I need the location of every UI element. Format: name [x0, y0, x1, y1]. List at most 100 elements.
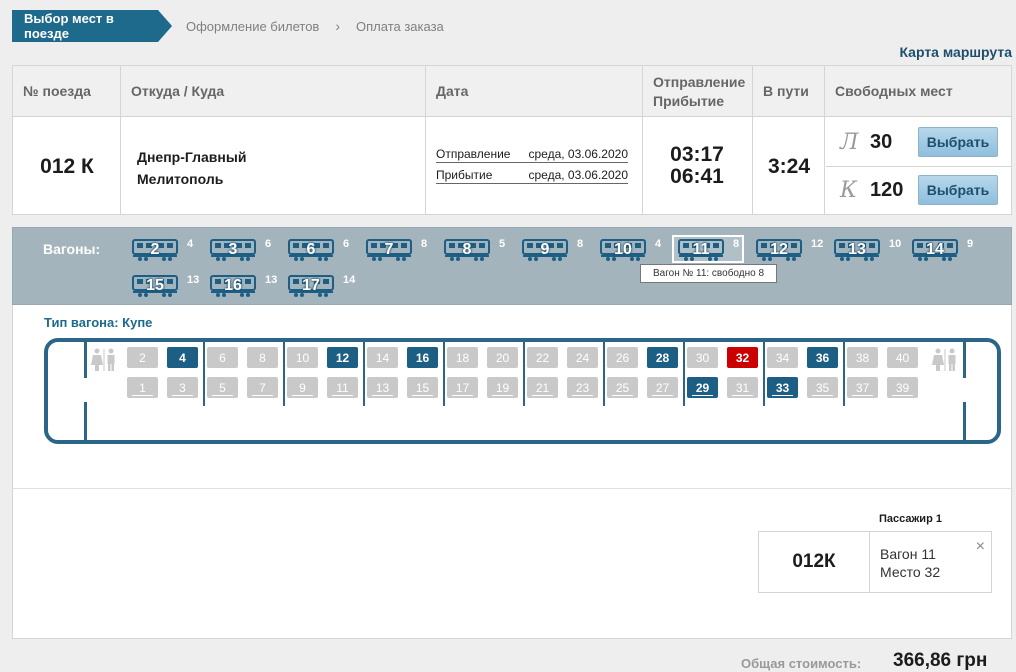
seat-40[interactable]: 40: [887, 347, 918, 368]
seat-17[interactable]: 17: [447, 377, 478, 398]
wagon-17[interactable]: 17 14: [288, 274, 356, 298]
arrival-label: Прибытие: [436, 168, 493, 182]
seat-22[interactable]: 22: [527, 347, 558, 368]
seat-37[interactable]: 37: [847, 377, 878, 398]
wagons-label: Вагоны:: [43, 241, 101, 257]
seat-18[interactable]: 18: [447, 347, 478, 368]
seat-9[interactable]: 9: [287, 377, 318, 398]
compartment-divider: [683, 338, 685, 406]
wagon-3[interactable]: 36: [210, 238, 278, 262]
wagon-number: 10: [614, 241, 632, 258]
wagon-13[interactable]: 13 10: [834, 238, 902, 262]
seat-31[interactable]: 31: [727, 377, 758, 398]
seat-10[interactable]: 10: [287, 347, 318, 368]
wagon-free-count: 8: [421, 238, 428, 250]
seat-2[interactable]: 2: [127, 347, 158, 368]
wagon-tooltip: Вагон № 11: свободно 8: [640, 264, 777, 283]
wagon-number: 14: [926, 241, 944, 258]
seat-29[interactable]: 29: [687, 377, 718, 398]
wagon-12[interactable]: 12 12: [756, 238, 824, 262]
departure-time: 03:17: [670, 143, 724, 166]
seat-8[interactable]: 8: [247, 347, 278, 368]
seat-38[interactable]: 38: [847, 347, 878, 368]
select-class-k-button[interactable]: Выбрать: [918, 175, 998, 205]
compartment-divider: [763, 338, 765, 406]
ticket-train: 012К: [759, 532, 870, 592]
seat-27[interactable]: 27: [647, 377, 678, 398]
seat-25[interactable]: 25: [607, 377, 638, 398]
seat-36[interactable]: 36: [807, 347, 838, 368]
seat-28[interactable]: 28: [647, 347, 678, 368]
wagon-6[interactable]: 66: [288, 238, 356, 262]
compartment-divider: [523, 338, 525, 406]
route-to: Мелитополь: [137, 171, 224, 187]
seat-16[interactable]: 16: [407, 347, 438, 368]
step-payment[interactable]: Оплата заказа: [356, 19, 444, 34]
wagon-number: 7: [384, 241, 394, 258]
seat-35[interactable]: 35: [807, 377, 838, 398]
seat-33[interactable]: 33: [767, 377, 798, 398]
wagon-14[interactable]: 14 9: [912, 238, 980, 262]
toilet-icon: [90, 348, 118, 372]
wagon-number: 3: [228, 241, 238, 258]
header-duration: В пути: [763, 83, 809, 99]
seat-30[interactable]: 30: [687, 347, 718, 368]
train-number: 012 К: [40, 154, 94, 178]
seat-11[interactable]: 11: [327, 377, 358, 398]
wagon-free-count: 13: [265, 274, 278, 286]
seat-23[interactable]: 23: [567, 377, 598, 398]
seat-20[interactable]: 20: [487, 347, 518, 368]
route-map-link[interactable]: Карта маршрута: [899, 44, 1012, 60]
seat-26[interactable]: 26: [607, 347, 638, 368]
wagon-15[interactable]: 15 13: [132, 274, 200, 298]
seat-34[interactable]: 34: [767, 347, 798, 368]
wagon-8[interactable]: 85: [444, 238, 512, 262]
wagon-10[interactable]: 10 4: [600, 238, 668, 262]
wagon-7[interactable]: 78: [366, 238, 434, 262]
seat-5[interactable]: 5: [207, 377, 238, 398]
seat-7[interactable]: 7: [247, 377, 278, 398]
seat-6[interactable]: 6: [207, 347, 238, 368]
wagon-9[interactable]: 98: [522, 238, 590, 262]
route-from: Днепр-Главный: [137, 149, 247, 165]
seat-39[interactable]: 39: [887, 377, 918, 398]
seat-24[interactable]: 24: [567, 347, 598, 368]
select-class-l-button[interactable]: Выбрать: [918, 127, 998, 157]
seat-19[interactable]: 19: [487, 377, 518, 398]
wagon-number: 9: [540, 241, 550, 258]
seat-21[interactable]: 21: [527, 377, 558, 398]
seat-13[interactable]: 13: [367, 377, 398, 398]
seat-4[interactable]: 4: [167, 347, 198, 368]
seat-class-k: К 120 Выбрать: [826, 166, 1012, 214]
departure-date: среда, 03.06.2020: [528, 147, 629, 161]
seat-12[interactable]: 12: [327, 347, 358, 368]
wagon-free-count: 5: [499, 238, 506, 250]
wagon-11[interactable]: 11 8: [678, 238, 746, 262]
seat-3[interactable]: 3: [167, 377, 198, 398]
wagon-free-count: 8: [577, 238, 584, 250]
header-train: № поезда: [23, 83, 91, 99]
wagon-number: 12: [770, 241, 788, 258]
header-arrival: Прибытие: [653, 92, 725, 109]
wagon-2[interactable]: 24: [132, 238, 200, 262]
step-seat-selection[interactable]: Выбор мест в поезде: [12, 10, 172, 42]
wagon-16[interactable]: 16 13: [210, 274, 278, 298]
wagon-selector: Вагоны: 2 4 3 6 6 6 7 8 8 5 9 8 10 4 11 8 12 12 13 10 14 9 15 1…: [12, 227, 1012, 305]
compartment-divider: [283, 338, 285, 406]
seat-15[interactable]: 15: [407, 377, 438, 398]
wagon-number: 6: [306, 241, 316, 258]
seat-1[interactable]: 1: [127, 377, 158, 398]
wagon-number: 8: [462, 241, 472, 258]
total-label: Общая стоимость:: [741, 656, 862, 671]
coach-panel: Тип вагона: Купе 2 1 4 3 6 5 8 7 10 9 12…: [12, 305, 1013, 639]
wagon-number: 17: [302, 277, 320, 294]
travel-duration: 3:24: [767, 154, 811, 178]
class-count: 30: [870, 130, 893, 153]
seat-14[interactable]: 14: [367, 347, 398, 368]
compartment-divider: [363, 338, 365, 406]
table-header: № поезда Откуда / Куда Дата Отправление …: [13, 66, 1011, 117]
step-ticket-registration[interactable]: Оформление билетов: [186, 19, 319, 34]
close-icon[interactable]: ×: [976, 538, 985, 556]
chevron-right-icon: ›: [335, 18, 341, 34]
seat-32[interactable]: 32: [727, 347, 758, 368]
